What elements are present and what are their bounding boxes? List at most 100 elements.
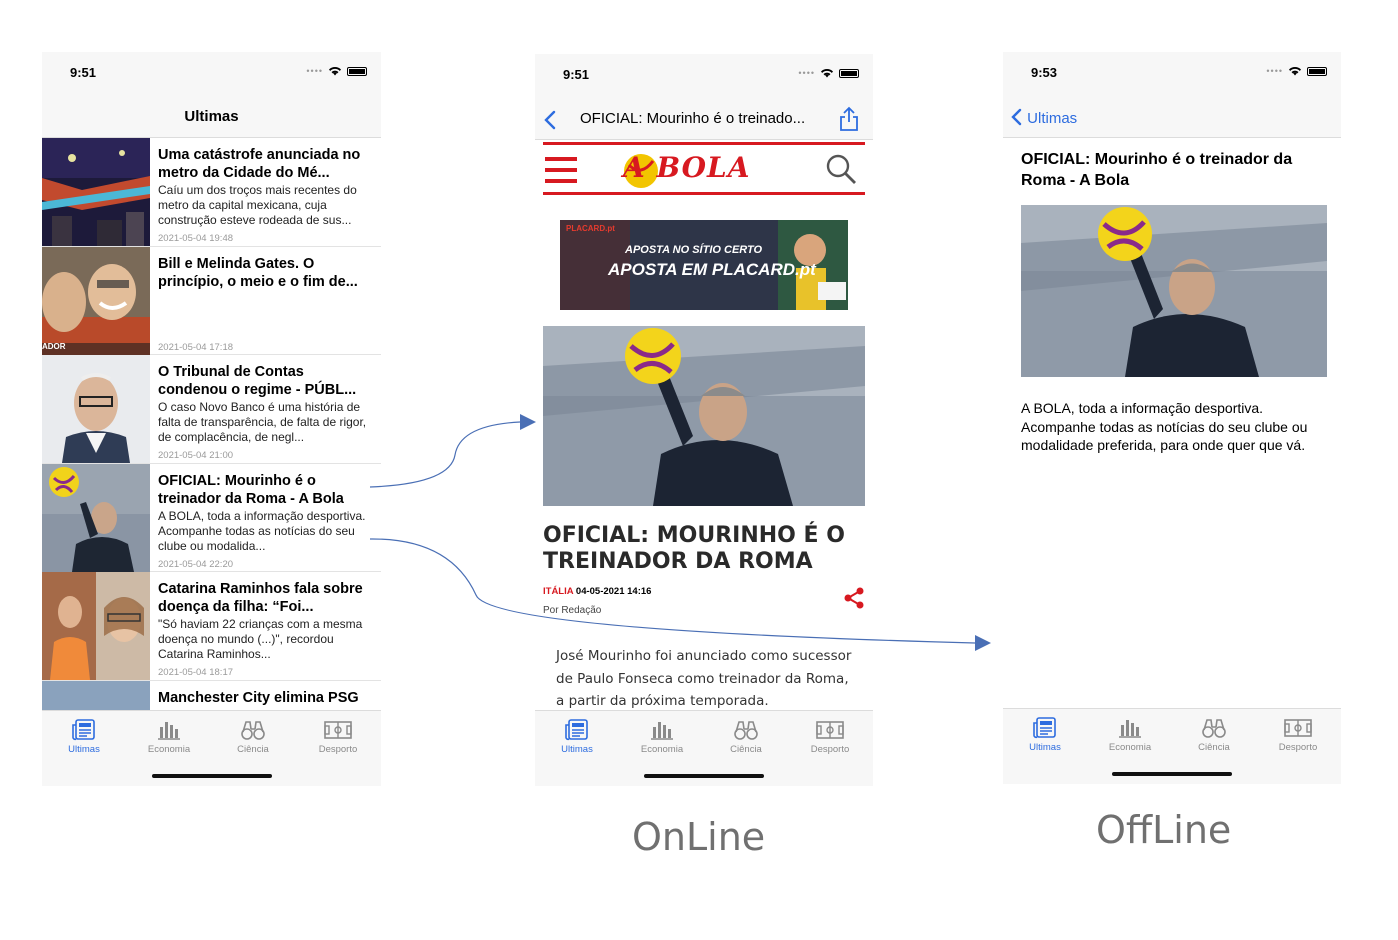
battery-icon	[839, 68, 859, 78]
tab-label: Ciência	[730, 744, 762, 755]
article-body: José Mourinho foi anunciado como sucesso…	[556, 648, 852, 709]
share-icon[interactable]	[839, 106, 859, 132]
tab-economia[interactable]: Economia	[1095, 717, 1165, 753]
web-content: A BOLA PLACARD.pt APOSTA NO SÍTIO CERTO …	[535, 140, 873, 710]
battery-icon	[347, 66, 367, 76]
news-summary: O caso Novo Banco é uma história de falt…	[158, 400, 367, 444]
ad-banner[interactable]: PLACARD.pt APOSTA NO SÍTIO CERTO APOSTA …	[560, 220, 848, 310]
article-description: A BOLA, toda a informação desportiva. Ac…	[1021, 400, 1308, 453]
news-list: Uma catástrofe anunciada no metro da Cid…	[42, 138, 381, 710]
list-item[interactable]: OFICIAL: Mourinho é o treinador da Roma …	[42, 463, 381, 572]
news-title: Manchester City elimina PSG	[158, 689, 359, 706]
back-button[interactable]: Ultimas	[1011, 108, 1077, 127]
tab-label: Desporto	[1278, 742, 1318, 753]
status-bar: 9:51 ••••	[42, 52, 381, 96]
tab-label: Desporto	[810, 744, 850, 755]
news-title: O Tribunal de Contas condenou o regime -…	[158, 364, 357, 398]
news-thumbnail	[42, 680, 150, 710]
tab-desporto[interactable]: Desporto	[303, 719, 373, 755]
news-title: Catarina Raminhos fala sobre doença da f…	[158, 581, 363, 615]
share-icon[interactable]	[843, 587, 865, 609]
news-title: OFICIAL: Mourinho é o treinador da Roma …	[158, 472, 344, 507]
article-meta: ITÁLIA 04-05-2021 14:16	[543, 586, 651, 597]
article-title: OFICIAL: Mourinho é o treinador da Roma …	[1021, 151, 1293, 189]
football-field-icon	[816, 721, 844, 739]
tab-bar: Ultimas Economia Ciência Desporto	[1003, 708, 1341, 784]
newspaper-icon	[565, 719, 588, 741]
tab-ultimas[interactable]: Ultimas	[1010, 717, 1080, 753]
tab-economia[interactable]: Economia	[134, 719, 204, 755]
menu-icon[interactable]	[545, 155, 579, 185]
article-hero-image	[543, 326, 865, 506]
news-title: Bill e Melinda Gates. O princípio, o mei…	[158, 255, 358, 290]
bar-chart-icon	[1119, 720, 1141, 738]
list-item[interactable]: Catarina Raminhos fala sobre doença da f…	[42, 572, 381, 681]
arrow-to-online	[369, 421, 521, 488]
battery-icon	[1307, 66, 1327, 76]
list-item[interactable]: Uma catástrofe anunciada no metro da Cid…	[42, 138, 381, 247]
binoculars-icon	[734, 721, 758, 740]
online-article-screen: 9:51 •••• OFICIAL: Mourinho é o treinado…	[535, 54, 873, 786]
news-thumbnail	[42, 463, 150, 572]
list-item[interactable]: O Tribunal de Contas condenou o regime -…	[42, 355, 381, 464]
home-indicator[interactable]	[1112, 772, 1232, 776]
bar-chart-icon	[651, 722, 673, 740]
tab-label: Economia	[147, 744, 191, 755]
news-summary: A BOLA, toda a informação desportiva. Ac…	[158, 508, 366, 553]
news-summary: "Só haviam 22 crianças com a mesma doenç…	[158, 617, 363, 661]
wifi-icon	[821, 69, 833, 78]
news-date: 2021-05-04 17:18	[158, 341, 234, 353]
online-caption: OnLine	[632, 815, 766, 859]
list-item[interactable]: Manchester City elimina PSG	[42, 680, 381, 710]
tab-ciencia[interactable]: Ciência	[711, 719, 781, 755]
status-bar: 9:51 ••••	[535, 54, 873, 98]
arrowhead-online	[520, 414, 536, 430]
binoculars-icon	[241, 721, 265, 740]
news-date: 2021-05-04 21:00	[158, 450, 234, 461]
ad-slogan: APOSTA EM PLACARD.pt	[608, 260, 816, 279]
newspaper-icon	[72, 719, 95, 741]
page-title: Ultimas	[184, 108, 239, 125]
tab-label: Ultimas	[68, 744, 100, 755]
tab-ciencia[interactable]: Ciência	[1179, 717, 1249, 753]
tab-desporto[interactable]: Desporto	[1263, 717, 1333, 753]
tab-ciencia[interactable]: Ciência	[218, 719, 288, 755]
tab-desporto[interactable]: Desporto	[795, 719, 865, 755]
football-field-icon	[1284, 719, 1312, 737]
news-date: 2021-05-04 22:20	[158, 558, 234, 570]
article-byline: Por Redação	[543, 605, 602, 616]
tab-label: Desporto	[318, 744, 358, 755]
tab-label: Ultimas	[1029, 742, 1061, 753]
news-thumbnail	[42, 138, 150, 246]
tab-label: Economia	[640, 744, 684, 755]
tab-label: Ciência	[1198, 742, 1230, 753]
nav-bar: OFICIAL: Mourinho é o treinado...	[535, 98, 873, 140]
site-logo[interactable]: A BOLA	[623, 151, 750, 184]
thumbnail-caption: ADOR	[42, 341, 66, 351]
back-label: Ultimas	[1027, 110, 1078, 127]
news-date: 2021-05-04 19:48	[158, 233, 234, 244]
nav-bar: Ultimas	[42, 96, 381, 138]
home-indicator[interactable]	[644, 774, 764, 778]
tab-bar: Ultimas Economia Ciência Desporto	[42, 710, 381, 786]
back-chevron-icon[interactable]	[543, 109, 557, 131]
status-time: 9:51	[70, 65, 97, 80]
list-item[interactable]: ADOR Bill e Melinda Gates. O princípio, …	[42, 246, 381, 355]
status-time: 9:53	[1031, 65, 1058, 80]
offline-article-screen: 9:53 •••• Ultimas OFICIAL: Mourinho é o …	[1003, 52, 1341, 784]
back-chevron-icon	[1011, 108, 1022, 126]
signal-icon: ••••	[1266, 66, 1283, 76]
wifi-icon	[1289, 67, 1301, 76]
tab-economia[interactable]: Economia	[627, 719, 697, 755]
wifi-icon	[329, 67, 341, 76]
status-time: 9:51	[563, 67, 590, 82]
news-title: Uma catástrofe anunciada no metro da Cid…	[158, 147, 361, 181]
search-icon[interactable]	[825, 153, 857, 185]
article-category[interactable]: ITÁLIA	[543, 586, 573, 597]
home-indicator[interactable]	[151, 774, 272, 778]
newspaper-icon	[1033, 717, 1056, 739]
news-summary: Caíu um dos troços mais recentes do metr…	[158, 183, 357, 227]
tab-label: Ultimas	[561, 744, 593, 755]
tab-ultimas[interactable]: Ultimas	[49, 719, 119, 755]
tab-ultimas[interactable]: Ultimas	[542, 719, 612, 755]
